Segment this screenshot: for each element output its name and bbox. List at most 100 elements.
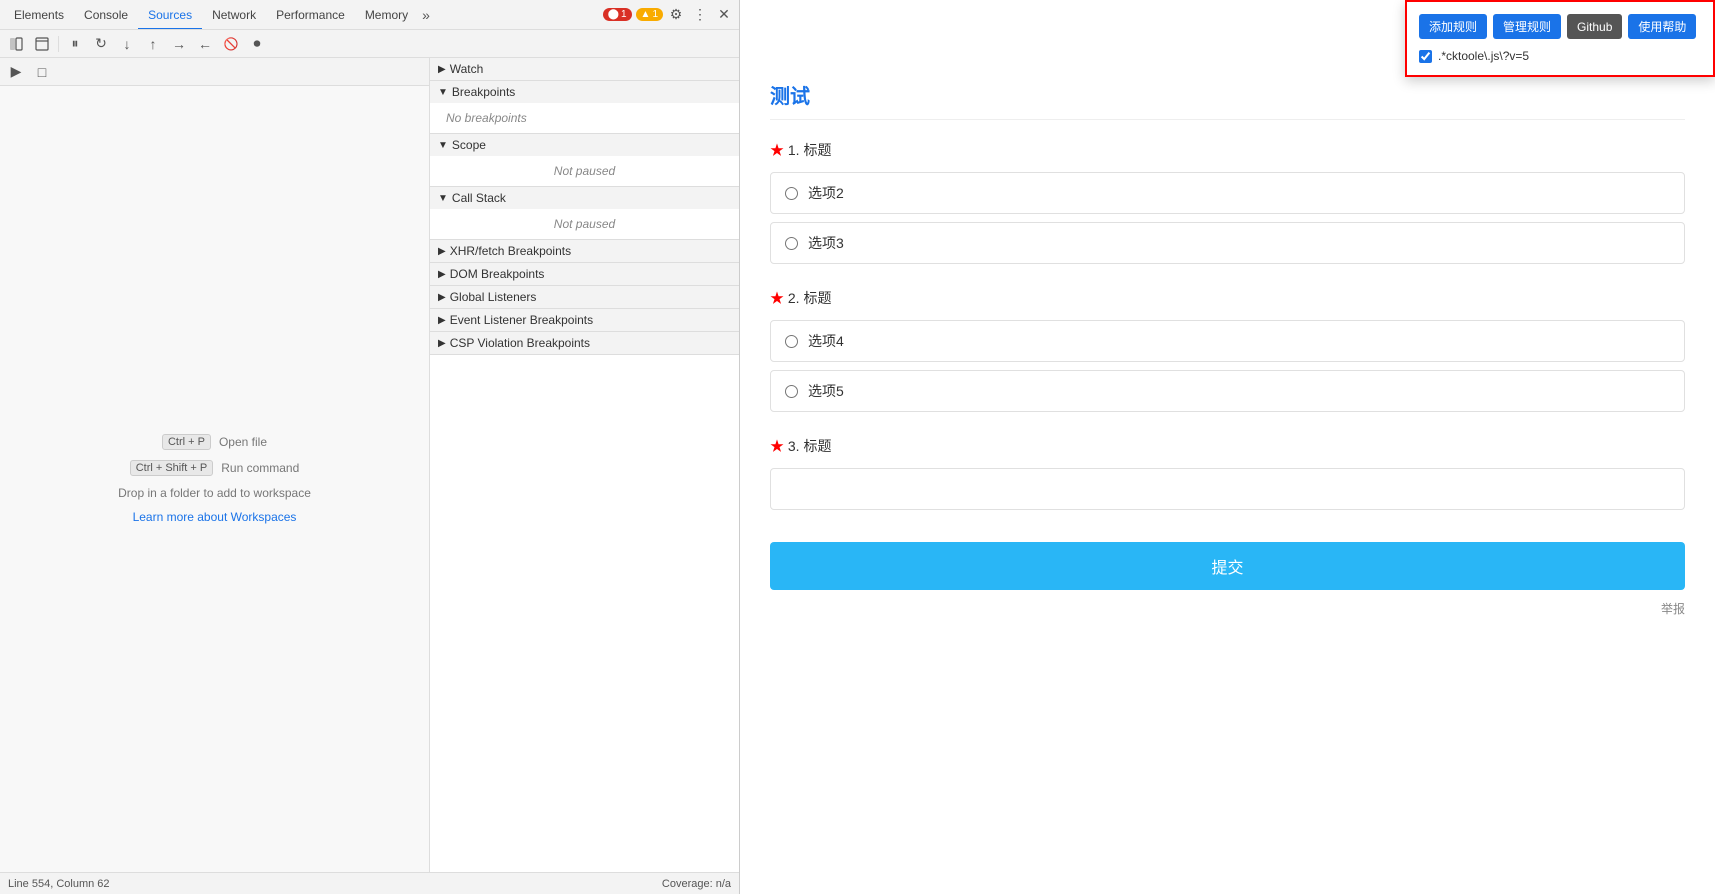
call-stack-content: Not paused	[430, 209, 739, 239]
open-file-hint: Ctrl + P Open file	[162, 434, 267, 450]
q1-radio-option2[interactable]	[785, 187, 798, 200]
question-2-option-4[interactable]: 选项4	[770, 320, 1685, 362]
more-tabs-icon[interactable]: »	[418, 7, 434, 23]
question-2: ★ 2. 标题 选项4 选项5	[770, 288, 1685, 412]
scope-arrow: ▼	[438, 140, 448, 151]
report-link[interactable]: 举报	[770, 600, 1685, 617]
scope-header[interactable]: ▼ Scope	[430, 134, 739, 156]
question-1: ★ 1. 标题 选项2 选项3	[770, 140, 1685, 264]
scope-not-paused: Not paused	[446, 160, 723, 182]
pause-icon[interactable]: ⏸	[63, 33, 87, 55]
call-stack-not-paused: Not paused	[446, 213, 723, 235]
q1-option2-label: 选项2	[808, 183, 844, 203]
global-listeners-header[interactable]: ▶ Global Listeners	[430, 286, 739, 308]
extension-popup: 添加规则 管理规则 Github 使用帮助 .*cktoole\.js\?v=5	[1405, 0, 1715, 77]
breakpoints-panel: ▶ Watch ▼ Breakpoints No breakpoints	[430, 58, 739, 872]
q2-radio-option4[interactable]	[785, 335, 798, 348]
breakpoints-section: ▼ Breakpoints No breakpoints	[430, 81, 739, 134]
tab-memory[interactable]: Memory	[355, 0, 418, 30]
question-2-title: ★ 2. 标题	[770, 288, 1685, 308]
call-stack-header[interactable]: ▼ Call Stack	[430, 187, 739, 209]
q1-radio-option3[interactable]	[785, 237, 798, 250]
q2-radio-option5[interactable]	[785, 385, 798, 398]
call-stack-section: ▼ Call Stack Not paused	[430, 187, 739, 240]
xhr-breakpoints-header[interactable]: ▶ XHR/fetch Breakpoints	[430, 240, 739, 262]
call-stack-arrow: ▼	[438, 193, 448, 204]
scope-content: Not paused	[430, 156, 739, 186]
dom-breakpoints-section: ▶ DOM Breakpoints	[430, 263, 739, 286]
coverage-status: Coverage: n/a	[662, 878, 731, 890]
add-rule-button[interactable]: 添加规则	[1419, 14, 1487, 39]
toggle-sidebar-icon[interactable]	[4, 33, 28, 55]
ctrl-p-key: Ctrl + P	[162, 434, 211, 450]
no-breakpoints-text: No breakpoints	[446, 107, 723, 129]
step-over-icon[interactable]: ↻	[89, 33, 113, 55]
cursor-position: Line 554, Column 62	[8, 878, 110, 890]
global-listeners-section: ▶ Global Listeners	[430, 286, 739, 309]
github-button[interactable]: Github	[1567, 14, 1622, 39]
question-3-required: ★	[770, 438, 788, 454]
tab-console[interactable]: Console	[74, 0, 138, 30]
devtools-tabs-bar: Elements Console Sources Network Perform…	[0, 0, 739, 30]
submit-button[interactable]: 提交	[770, 542, 1685, 590]
question-3-title: ★ 3. 标题	[770, 436, 1685, 456]
q3-text-input[interactable]	[770, 468, 1685, 510]
run-command-hint: Ctrl + Shift + P Run command	[130, 460, 300, 476]
deactivate-breakpoints-icon[interactable]: 🚫	[219, 33, 243, 55]
tab-performance[interactable]: Performance	[266, 0, 355, 30]
manage-rule-button[interactable]: 管理规则	[1493, 14, 1561, 39]
step-out-icon[interactable]: ↑	[141, 33, 165, 55]
error-badge: ⬤1	[603, 8, 632, 21]
tab-sources[interactable]: Sources	[138, 0, 202, 30]
question-1-required: ★	[770, 142, 788, 158]
sources-file-panel: ▶ □ Ctrl + P Open file Ctrl + Shift + P …	[0, 58, 430, 872]
rule-pattern: .*cktoole\.js\?v=5	[1438, 49, 1529, 63]
dom-breakpoints-header[interactable]: ▶ DOM Breakpoints	[430, 263, 739, 285]
webpage-content: 添加规则 管理规则 Github 使用帮助 .*cktoole\.js\?v=5…	[740, 0, 1715, 894]
question-2-option-5[interactable]: 选项5	[770, 370, 1685, 412]
rule-checkbox[interactable]	[1419, 50, 1432, 63]
csp-violation-breakpoints-section: ▶ CSP Violation Breakpoints	[430, 332, 739, 355]
sources-toolbar: ⏸ ↻ ↓ ↑ → ← 🚫 ⏺	[0, 30, 739, 58]
csp-violation-header[interactable]: ▶ CSP Violation Breakpoints	[430, 332, 739, 354]
sources-panel-toggle[interactable]: ▶	[4, 61, 28, 83]
drop-folder-hint: Drop in a folder to add to workspace	[118, 486, 311, 500]
sources-panel-open[interactable]: □	[30, 61, 54, 83]
learn-workspaces-link[interactable]: Learn more about Workspaces	[133, 510, 297, 524]
pause-on-exceptions-icon[interactable]: ⏺	[245, 33, 269, 55]
more-options-icon[interactable]: ⋮	[689, 4, 711, 26]
question-1-option-2[interactable]: 选项2	[770, 172, 1685, 214]
question-1-option-3[interactable]: 选项3	[770, 222, 1685, 264]
watch-header[interactable]: ▶ Watch	[430, 58, 739, 80]
breakpoints-header[interactable]: ▼ Breakpoints	[430, 81, 739, 103]
step-icon[interactable]: →	[167, 33, 191, 55]
devtools-panel: Elements Console Sources Network Perform…	[0, 0, 740, 894]
call-stack-label: Call Stack	[452, 191, 506, 205]
tab-elements[interactable]: Elements	[4, 0, 74, 30]
warn-badge: ▲1	[636, 8, 663, 21]
sources-body: ▶ □ Ctrl + P Open file Ctrl + Shift + P …	[0, 58, 739, 872]
webpage-area: 添加规则 管理规则 Github 使用帮助 .*cktoole\.js\?v=5…	[740, 0, 1715, 894]
breakpoints-arrow: ▼	[438, 87, 448, 98]
close-icon[interactable]: ✕	[713, 4, 735, 26]
scope-label: Scope	[452, 138, 486, 152]
step-back-icon[interactable]: ←	[193, 33, 217, 55]
survey-title: 测试	[770, 80, 1685, 120]
watch-label: Watch	[450, 62, 484, 76]
tab-network[interactable]: Network	[202, 0, 266, 30]
event-listener-header[interactable]: ▶ Event Listener Breakpoints	[430, 309, 739, 331]
xhr-breakpoints-section: ▶ XHR/fetch Breakpoints	[430, 240, 739, 263]
q1-option3-label: 选项3	[808, 233, 844, 253]
step-into-icon[interactable]: ↓	[115, 33, 139, 55]
question-3: ★ 3. 标题	[770, 436, 1685, 510]
help-button[interactable]: 使用帮助	[1628, 14, 1696, 39]
settings-icon[interactable]: ⚙	[665, 4, 687, 26]
watch-section: ▶ Watch	[430, 58, 739, 81]
sources-workspace-hint: Ctrl + P Open file Ctrl + Shift + P Run …	[0, 86, 429, 872]
popup-checkbox-row: .*cktoole\.js\?v=5	[1419, 49, 1701, 63]
toggle-open-icon[interactable]	[30, 33, 54, 55]
q2-option4-label: 选项4	[808, 331, 844, 351]
watch-arrow: ▶	[438, 64, 446, 75]
q2-option5-label: 选项5	[808, 381, 844, 401]
ctrl-shift-p-key: Ctrl + Shift + P	[130, 460, 214, 476]
